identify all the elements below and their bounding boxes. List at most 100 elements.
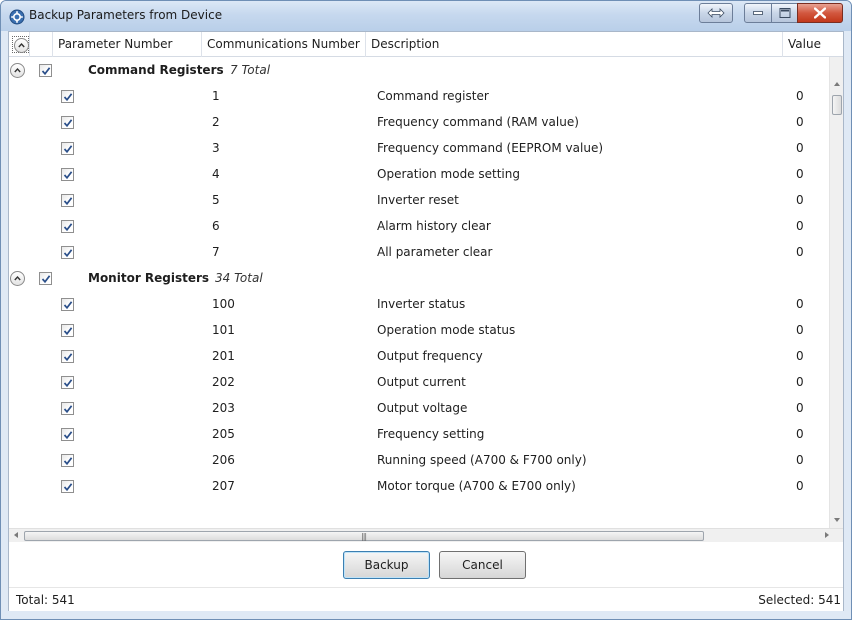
maximize-button[interactable] bbox=[771, 3, 798, 23]
value: 0 bbox=[796, 297, 804, 311]
table-row[interactable]: 206 Running speed (A700 & F700 only) 0 bbox=[9, 447, 829, 473]
row-checkbox[interactable] bbox=[61, 246, 74, 259]
table-row[interactable]: 101 Operation mode status 0 bbox=[9, 317, 829, 343]
group-checkbox[interactable] bbox=[39, 64, 52, 77]
table-row[interactable]: 205 Frequency setting 0 bbox=[9, 421, 829, 447]
group-name: Command Registers bbox=[88, 63, 224, 77]
status-selected: Selected: 541 bbox=[758, 593, 841, 607]
group-row[interactable]: Monitor Registers 34 Total bbox=[9, 265, 829, 291]
value: 0 bbox=[796, 427, 804, 441]
communications-number: 202 bbox=[212, 375, 235, 389]
table-row[interactable]: 1 Command register 0 bbox=[9, 83, 829, 109]
row-checkbox[interactable] bbox=[61, 220, 74, 233]
communications-number: 2 bbox=[212, 115, 220, 129]
title-bar[interactable]: Backup Parameters from Device bbox=[1, 1, 851, 31]
vertical-scroll-thumb[interactable] bbox=[832, 95, 842, 115]
value: 0 bbox=[796, 349, 804, 363]
group-name: Monitor Registers bbox=[88, 271, 210, 285]
communications-number: 5 bbox=[212, 193, 220, 207]
row-checkbox[interactable] bbox=[61, 428, 74, 441]
row-checkbox[interactable] bbox=[61, 376, 74, 389]
swap-button[interactable] bbox=[699, 3, 733, 23]
table-row[interactable]: 3 Frequency command (EEPROM value) 0 bbox=[9, 135, 829, 161]
row-checkbox[interactable] bbox=[61, 90, 74, 103]
minimize-button[interactable] bbox=[744, 3, 772, 23]
value: 0 bbox=[796, 167, 804, 181]
row-checkbox[interactable] bbox=[61, 298, 74, 311]
row-checkbox[interactable] bbox=[61, 402, 74, 415]
communications-number: 101 bbox=[212, 323, 235, 337]
column-header-value[interactable]: Value bbox=[783, 32, 829, 57]
backup-button[interactable]: Backup bbox=[343, 551, 430, 579]
description: All parameter clear bbox=[377, 245, 493, 259]
table-row[interactable]: 202 Output current 0 bbox=[9, 369, 829, 395]
cancel-button[interactable]: Cancel bbox=[439, 551, 526, 579]
table-row[interactable]: 6 Alarm history clear 0 bbox=[9, 213, 829, 239]
collapse-group-icon[interactable] bbox=[10, 271, 25, 286]
group-checkbox[interactable] bbox=[39, 272, 52, 285]
row-checkbox[interactable] bbox=[61, 194, 74, 207]
description: Operation mode setting bbox=[377, 167, 520, 181]
dialog-window: Backup Parameters from Device Parameter … bbox=[0, 0, 852, 620]
table-row[interactable]: 4 Operation mode setting 0 bbox=[9, 161, 829, 187]
table-row[interactable]: 100 Inverter status 0 bbox=[9, 291, 829, 317]
value: 0 bbox=[796, 453, 804, 467]
horizontal-scroll-thumb[interactable]: ||| bbox=[24, 531, 704, 541]
column-header-description[interactable]: Description bbox=[366, 32, 783, 57]
row-checkbox[interactable] bbox=[61, 480, 74, 493]
minimize-icon bbox=[753, 11, 763, 15]
communications-number: 207 bbox=[212, 479, 235, 493]
group-row[interactable]: Command Registers 7 Total bbox=[9, 57, 829, 83]
status-total: Total: 541 bbox=[16, 593, 75, 607]
focus-rectangle bbox=[12, 36, 29, 53]
group-total: 7 Total bbox=[230, 63, 271, 77]
communications-number: 3 bbox=[212, 141, 220, 155]
value: 0 bbox=[796, 479, 804, 493]
value: 0 bbox=[796, 115, 804, 129]
description: Output current bbox=[377, 375, 466, 389]
column-header-parameter-number[interactable]: Parameter Number bbox=[53, 32, 202, 57]
horizontal-scrollbar[interactable]: ||| bbox=[9, 528, 843, 542]
row-checkbox[interactable] bbox=[61, 324, 74, 337]
table-row[interactable]: 2 Frequency command (RAM value) 0 bbox=[9, 109, 829, 135]
table-row[interactable]: 201 Output frequency 0 bbox=[9, 343, 829, 369]
value: 0 bbox=[796, 219, 804, 233]
collapse-group-icon[interactable] bbox=[10, 63, 25, 78]
table-row[interactable]: 7 All parameter clear 0 bbox=[9, 239, 829, 265]
scroll-left-icon[interactable] bbox=[14, 532, 18, 538]
header-collapse-all[interactable] bbox=[9, 32, 30, 57]
table-row[interactable]: 207 Motor torque (A700 & E700 only) 0 bbox=[9, 473, 829, 499]
column-header-communications-number[interactable]: Communications Number bbox=[202, 32, 366, 57]
communications-number: 1 bbox=[212, 89, 220, 103]
scroll-up-icon[interactable] bbox=[834, 82, 840, 86]
row-checkbox[interactable] bbox=[61, 168, 74, 181]
scroll-right-icon[interactable] bbox=[825, 532, 829, 538]
row-checkbox[interactable] bbox=[61, 116, 74, 129]
description: Output voltage bbox=[377, 401, 468, 415]
status-bar: Total: 541 Selected: 541 bbox=[9, 587, 843, 611]
communications-number: 100 bbox=[212, 297, 235, 311]
description: Frequency command (RAM value) bbox=[377, 115, 579, 129]
description: Inverter status bbox=[377, 297, 466, 311]
description: Operation mode status bbox=[377, 323, 516, 337]
row-checkbox[interactable] bbox=[61, 454, 74, 467]
row-checkbox[interactable] bbox=[61, 350, 74, 363]
description: Frequency setting bbox=[377, 427, 485, 441]
communications-number: 4 bbox=[212, 167, 220, 181]
close-button[interactable] bbox=[797, 3, 843, 23]
description: Alarm history clear bbox=[377, 219, 491, 233]
row-checkbox[interactable] bbox=[61, 142, 74, 155]
value: 0 bbox=[796, 375, 804, 389]
collapse-all-icon[interactable] bbox=[14, 38, 29, 53]
description: Motor torque (A700 & E700 only) bbox=[377, 479, 576, 493]
group-total: 34 Total bbox=[215, 271, 263, 285]
table-row[interactable]: 5 Inverter reset 0 bbox=[9, 187, 829, 213]
communications-number: 203 bbox=[212, 401, 235, 415]
description: Frequency command (EEPROM value) bbox=[377, 141, 604, 155]
value: 0 bbox=[796, 245, 804, 259]
vertical-scrollbar[interactable] bbox=[829, 57, 843, 528]
scroll-down-icon[interactable] bbox=[834, 518, 840, 522]
table-row[interactable]: 203 Output voltage 0 bbox=[9, 395, 829, 421]
value: 0 bbox=[796, 323, 804, 337]
value: 0 bbox=[796, 193, 804, 207]
